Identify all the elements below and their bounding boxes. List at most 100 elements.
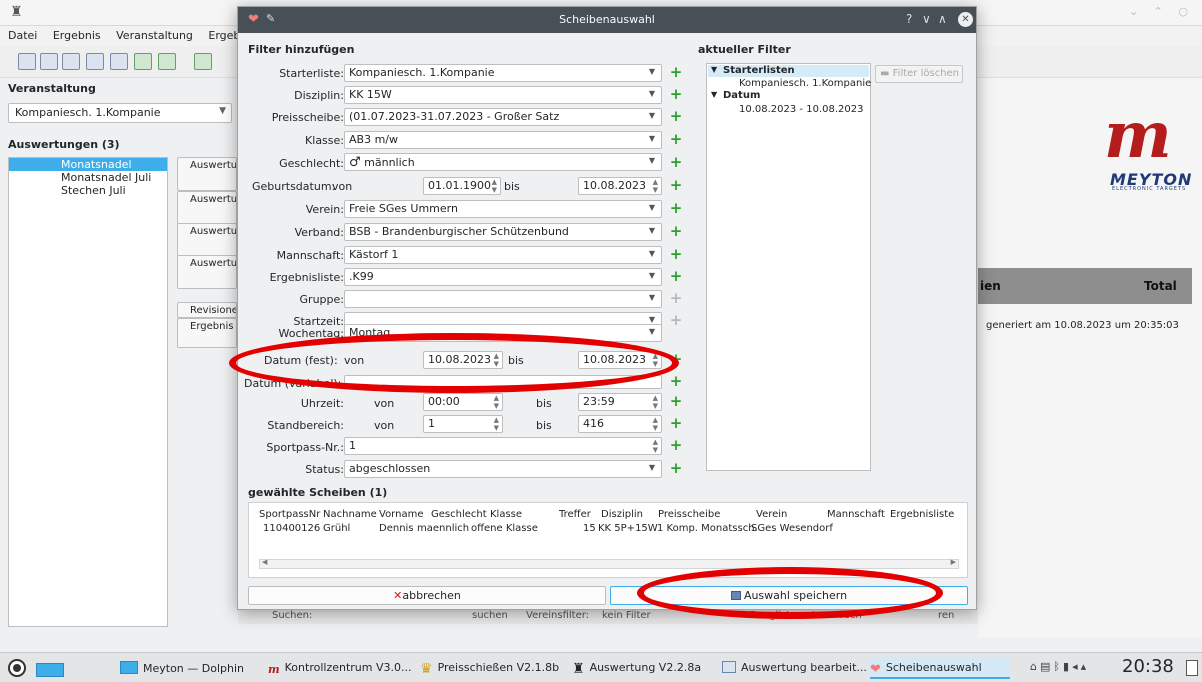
revisionen-button[interactable]: Revisionen <box>177 302 237 318</box>
clipboard-icon[interactable]: ▤ <box>1040 660 1053 673</box>
horizontal-scrollbar[interactable]: ◀ ▶ <box>259 558 959 569</box>
expand-icon[interactable]: ▼ <box>711 65 717 74</box>
column-header[interactable]: Ergebnisliste <box>890 509 954 520</box>
maximize-icon[interactable]: ∧ <box>938 12 947 26</box>
geschlecht-select[interactable]: ♂ männlich ▼ <box>344 153 662 171</box>
clock[interactable]: 20:38 <box>1122 656 1174 677</box>
tree-item-key[interactable]: Datum <box>723 90 760 101</box>
spin-arrows-icon[interactable]: ▲ ▼ <box>653 438 658 454</box>
add-standbereich-button[interactable]: + <box>669 416 683 431</box>
auswertung-hinzufuegen-button[interactable]: Auswertung hinzufügen <box>177 157 237 191</box>
geburtsdatum-from-input[interactable]: 01.01.1900 ▲ ▼ <box>423 177 501 195</box>
verband-select[interactable]: BSB - Brandenburgischer Schützenbund ▼ <box>344 223 662 241</box>
uhrzeit-from-input[interactable]: 00:00 ▲ ▼ <box>423 393 503 411</box>
auswertungen-list[interactable]: Monatsnadel August Monatsnadel Juli Stec… <box>8 157 168 627</box>
minimize-icon[interactable]: ∨ <box>922 12 931 26</box>
print-icon[interactable] <box>40 53 58 70</box>
datum-fest-to-input[interactable]: 10.08.2023 ▲ ▼ <box>578 351 662 369</box>
starterliste-select[interactable]: Kompaniesch. 1.Kompanie ▼ <box>344 64 662 82</box>
menu-datei[interactable]: Datei <box>0 26 41 42</box>
close-icon[interactable]: ✕ <box>958 12 973 27</box>
cancel-button[interactable]: ✕abbrechen <box>248 586 606 605</box>
column-header[interactable]: SportpassNr <box>259 509 320 520</box>
column-header[interactable]: Klasse <box>490 509 522 520</box>
uhrzeit-to-input[interactable]: 23:59 ▲ ▼ <box>578 393 662 411</box>
add-klasse-button[interactable]: + <box>669 132 683 147</box>
column-header[interactable]: Verein <box>756 509 787 520</box>
column-header[interactable]: Preisscheibe <box>658 509 720 520</box>
add-disziplin-button[interactable]: + <box>669 87 683 102</box>
system-tray[interactable]: ⌂▤ᛒ▮◂▴ <box>1030 660 1089 673</box>
add-datum-variabel-button[interactable]: + <box>669 374 683 389</box>
task-preisschiessen[interactable]: ♛ Preisschießen V2.1.8b <box>420 657 562 679</box>
spin-arrows-icon[interactable]: ▲ ▼ <box>653 178 658 194</box>
desktop-pager[interactable] <box>36 663 64 677</box>
help-icon[interactable]: ? <box>906 12 912 26</box>
auswertung-loeschen-button[interactable]: Auswertung löschen <box>177 255 237 289</box>
spin-arrows-icon[interactable]: ▲ ▼ <box>653 416 658 432</box>
tree-item-key[interactable]: Starterlisten <box>723 65 795 76</box>
standbereich-to-input[interactable]: 416 ▲ ▼ <box>578 415 662 433</box>
app-launcher-icon[interactable] <box>8 659 26 677</box>
column-header[interactable]: Vorname <box>379 509 423 520</box>
rangliste-toggle[interactable]: Rangliste automatisch <box>750 610 862 621</box>
wochentag-select[interactable]: Montag ▼ <box>344 324 662 342</box>
battery-icon[interactable]: ▮ <box>1063 660 1072 673</box>
list-item[interactable]: Stechen Juli <box>9 184 167 197</box>
vereinsfilter-value[interactable]: kein Filter <box>602 610 651 621</box>
veranstaltung-select[interactable]: Kompaniesch. 1.Kompanie ▼ <box>8 103 232 123</box>
task-scheibenauswahl[interactable]: ❤ Scheibenauswahl <box>870 657 1010 679</box>
tray-expand-icon[interactable]: ▴ <box>1081 660 1090 673</box>
column-header[interactable]: Treffer <box>559 509 591 520</box>
auswertung-bearbeiten-button[interactable]: Auswertung bearbeiten <box>177 191 237 225</box>
current-filter-tree[interactable]: ▼ Starterlisten Kompaniesch. 1.Kompanie … <box>706 63 871 471</box>
save-selection-button[interactable]: Auswahl speichern <box>610 586 968 605</box>
menu-ergebnis[interactable]: Ergebnis <box>45 26 105 42</box>
scroll-right-icon[interactable]: ▶ <box>951 558 956 566</box>
selected-table[interactable]: SportpassNr Nachname Vorname Geschlecht … <box>248 502 968 578</box>
add-verein-button[interactable]: + <box>669 201 683 216</box>
add-sportpass-button[interactable]: + <box>669 438 683 453</box>
table-row[interactable]: 110400126 Grühl Dennis maennlich offene … <box>259 523 959 537</box>
mannschaft-select[interactable]: Kästorf 1 ▼ <box>344 246 662 264</box>
document-icon[interactable] <box>134 53 152 70</box>
ergebnis-uebersicht-button[interactable]: Ergebnis übersicht <box>177 318 237 348</box>
bluetooth-icon[interactable]: ᛒ <box>1053 660 1063 673</box>
save-icon[interactable] <box>86 53 104 70</box>
spin-arrows-icon[interactable]: ▲ ▼ <box>494 416 499 432</box>
add-gruppe-button[interactable]: + <box>669 291 683 306</box>
column-header[interactable]: Nachname <box>323 509 377 520</box>
list-item[interactable]: Monatsnadel August <box>9 158 167 183</box>
task-auswertung-bearbeiten[interactable]: Auswertung bearbeit... <box>722 657 867 679</box>
ergebnisliste-select[interactable]: .K99 ▼ <box>344 268 662 286</box>
filter-delete-button[interactable]: ▬ Filter löschen <box>875 65 963 83</box>
volume-icon[interactable]: ◂ <box>1072 660 1081 673</box>
print-icon[interactable] <box>62 53 80 70</box>
search-button[interactable]: suchen <box>472 610 508 621</box>
network-icon[interactable]: ⌂ <box>1030 660 1040 673</box>
tree-item-value[interactable]: Kompaniesch. 1.Kompanie <box>739 78 871 89</box>
add-geburtsdatum-button[interactable]: + <box>669 178 683 193</box>
klasse-select[interactable]: AB3 m/w ▼ <box>344 131 662 149</box>
task-kontrollzentrum[interactable]: m Kontrollzentrum V3.0... <box>268 657 411 679</box>
spin-arrows-icon[interactable]: ▲ ▼ <box>492 178 497 194</box>
gruppe-select[interactable]: ▼ <box>344 290 662 308</box>
verein-select[interactable]: Freie SGes Ummern ▼ <box>344 200 662 218</box>
geburtsdatum-to-input[interactable]: 10.08.2023 ▲ ▼ <box>578 177 662 195</box>
add-preisscheibe-button[interactable]: + <box>669 109 683 124</box>
tree-item-value[interactable]: 10.08.2023 - 10.08.2023 <box>739 104 863 115</box>
show-desktop-icon[interactable] <box>1186 660 1198 676</box>
task-dolphin[interactable]: Meyton — Dolphin <box>120 657 260 679</box>
spin-arrows-icon[interactable]: ▲ ▼ <box>494 352 499 368</box>
list-item[interactable]: Monatsnadel Juli <box>9 171 167 184</box>
add-startzeit-button[interactable]: + <box>669 313 683 328</box>
column-header[interactable]: Mannschaft <box>827 509 885 520</box>
task-auswertung[interactable]: ♜ Auswertung V2.2.8a <box>572 657 712 679</box>
add-verband-button[interactable]: + <box>669 224 683 239</box>
column-header[interactable]: Disziplin <box>601 509 643 520</box>
status-select[interactable]: abgeschlossen ▼ <box>344 460 662 478</box>
export-icon[interactable] <box>158 53 176 70</box>
sportpass-input[interactable]: 1 ▲ ▼ <box>344 437 662 455</box>
scroll-left-icon[interactable]: ◀ <box>262 558 267 566</box>
column-header[interactable]: Geschlecht <box>431 509 487 520</box>
